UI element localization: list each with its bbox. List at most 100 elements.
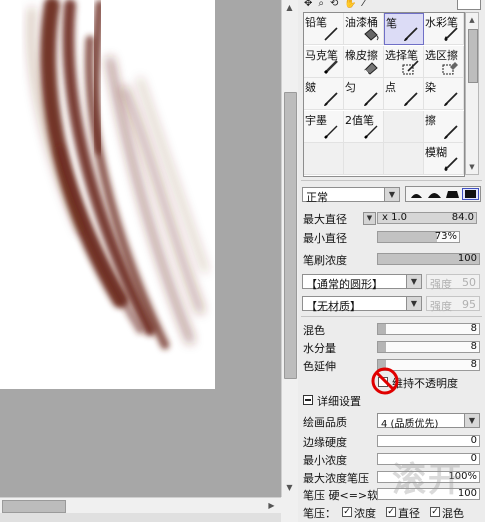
- tool-20[interactable]: 模糊: [424, 143, 464, 176]
- drawing-canvas[interactable]: [0, 0, 215, 389]
- tool-14[interactable]: 2值笔: [344, 110, 384, 143]
- max-size-value: 84.0: [451, 212, 474, 223]
- tool-2[interactable]: 油漆桶: [344, 13, 384, 45]
- tool-11[interactable]: 点: [384, 78, 424, 111]
- color-swatch[interactable]: [457, 0, 481, 10]
- tool-9[interactable]: 皴: [304, 78, 344, 111]
- texture-dropdown[interactable]: 【无材质】 ▼: [302, 296, 422, 313]
- edge-hardness-field[interactable]: 0: [377, 435, 480, 447]
- keep-opacity-label: 维持不透明度: [392, 377, 458, 390]
- canvas-vertical-scrollbar[interactable]: ▲ ▼: [281, 0, 298, 497]
- tool-1[interactable]: 铅笔: [304, 13, 344, 45]
- eyedropper-icon[interactable]: ⁄: [363, 0, 371, 9]
- zoom-icon[interactable]: ⌕: [318, 0, 330, 9]
- blend-mode-value: 正常: [306, 191, 328, 204]
- shape-round-icon[interactable]: [426, 188, 443, 200]
- tool-name: 皴: [305, 81, 316, 95]
- dilution-label: 水分量: [303, 342, 336, 355]
- move-icon[interactable]: ✥: [304, 0, 318, 9]
- scroll-right-icon[interactable]: ▶: [266, 500, 277, 511]
- pressure-label: 笔压：: [303, 507, 336, 520]
- pressure-density-checkbox[interactable]: ✓: [342, 507, 352, 517]
- watercolor-icon: [442, 26, 460, 42]
- canvas-horizontal-scrollbar[interactable]: ◀ ▶: [0, 497, 281, 514]
- scroll-up-icon[interactable]: ▲: [284, 2, 295, 13]
- tool-name: 点: [385, 81, 396, 95]
- pen-icon: [322, 124, 340, 140]
- blending-slider[interactable]: 8: [377, 323, 480, 335]
- tool-6[interactable]: 橡皮擦: [344, 45, 384, 78]
- shape-hard-icon[interactable]: [444, 188, 461, 200]
- max-size-label: 最大直径: [303, 213, 347, 226]
- brush-icon: [322, 91, 340, 107]
- scroll-down-icon[interactable]: ▼: [467, 162, 477, 172]
- tool-name: 匀: [345, 81, 356, 95]
- shape-square-icon[interactable]: [462, 188, 479, 200]
- density-slider[interactable]: 100: [377, 253, 480, 265]
- chevron-down-icon: ▼: [406, 275, 421, 288]
- collapse-icon[interactable]: [303, 395, 313, 405]
- shape-strength-label: 强度: [430, 278, 452, 291]
- canvas-area[interactable]: [0, 0, 281, 497]
- pencil-icon: [322, 26, 340, 42]
- dilution-value: 8: [470, 341, 477, 352]
- tool-10[interactable]: 匀: [344, 78, 384, 111]
- tool-3[interactable]: 笔: [384, 13, 424, 45]
- texture-value: 【无材质】: [306, 300, 361, 313]
- tool-16[interactable]: 擦: [424, 110, 464, 143]
- pressure-size-checkbox[interactable]: ✓: [386, 507, 396, 517]
- max-size-multiplier: x 1.0: [382, 212, 407, 223]
- watermark: 滚开: [392, 460, 464, 500]
- scroll-up-icon[interactable]: ▲: [467, 15, 477, 25]
- brush-shape-dropdown[interactable]: 【通常的圆形】 ▼: [302, 274, 422, 291]
- marker-icon: [322, 59, 340, 75]
- shape-flat-icon[interactable]: [408, 188, 425, 200]
- edge-hardness-label: 边缘硬度: [303, 436, 347, 449]
- chevron-down-icon: ▼: [384, 188, 399, 201]
- brush-icon: [442, 91, 460, 107]
- tool-8[interactable]: 选区擦: [424, 45, 464, 78]
- tool-12[interactable]: 染: [424, 78, 464, 111]
- pressure-density-label: 浓度: [354, 507, 376, 520]
- blend-mode-dropdown[interactable]: 正常 ▼: [302, 187, 400, 204]
- hand-icon[interactable]: ✋: [344, 0, 362, 9]
- divider: [301, 180, 482, 181]
- brush-stroke: [90, 0, 105, 155]
- quality-dropdown[interactable]: 4 (品质优先) ▼: [377, 413, 480, 430]
- advanced-settings-label[interactable]: 详细设置: [317, 393, 361, 409]
- quality-label: 绘画品质: [303, 416, 347, 429]
- horizontal-scroll-thumb[interactable]: [2, 500, 66, 513]
- min-size-value: 73%: [434, 231, 457, 242]
- tool-13[interactable]: 宇墨: [304, 110, 344, 143]
- texture-strength-field: 强度 95: [426, 296, 480, 313]
- scroll-down-icon[interactable]: ▼: [284, 482, 295, 493]
- blending-value: 8: [470, 323, 477, 334]
- tool-panel: ✥⌕⟲✋⁄ 铅笔 油漆桶笔水彩笔 马克笔 橡皮擦 选择笔 选区擦皴匀点染宇墨 2值笔擦模糊 …: [298, 0, 485, 522]
- tool-grid-scrollbar[interactable]: ▲ ▼: [465, 12, 479, 175]
- chevron-down-icon: ▼: [406, 297, 421, 310]
- pressure-size-label: 直径: [398, 507, 420, 520]
- tool-4[interactable]: 水彩笔: [424, 13, 464, 45]
- dilution-slider[interactable]: 8: [377, 341, 480, 353]
- tool-grid-scroll-thumb[interactable]: [468, 29, 478, 83]
- min-size-slider[interactable]: 73%: [377, 231, 460, 243]
- density-label: 笔刷浓度: [303, 254, 347, 267]
- min-size-label: 最小直径: [303, 232, 347, 245]
- tool-name: 擦: [425, 113, 436, 127]
- pressure-blend-label: 混色: [442, 507, 464, 520]
- tool-5[interactable]: 马克笔: [304, 45, 344, 78]
- persistence-label: 色延伸: [303, 360, 336, 373]
- pressure-blend-checkbox[interactable]: ✓: [430, 507, 440, 517]
- max-size-slider[interactable]: x 1.0 84.0: [377, 212, 477, 224]
- tool-7[interactable]: 选择笔: [384, 45, 424, 78]
- max-size-dropdown[interactable]: ▼: [363, 212, 376, 225]
- tool-name: 染: [425, 81, 436, 95]
- persistence-value: 8: [470, 359, 477, 370]
- brush-icon: [402, 26, 420, 42]
- pressure-hardness-label: 笔压 硬<=>软: [303, 489, 379, 502]
- view-tools-row: ✥⌕⟲✋⁄: [304, 0, 404, 10]
- eraser-icon: [362, 59, 380, 75]
- blending-label: 混色: [303, 324, 325, 337]
- vertical-scroll-thumb[interactable]: [284, 92, 297, 379]
- rotate-icon[interactable]: ⟲: [330, 0, 344, 9]
